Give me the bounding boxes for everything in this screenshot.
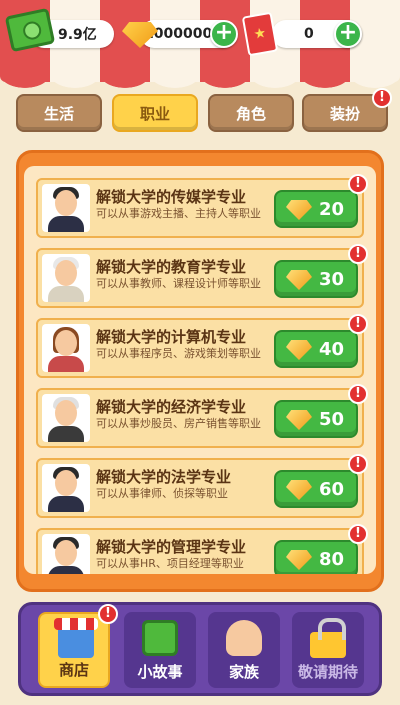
add-tickets-button[interactable]: + <box>334 20 362 48</box>
nav-shop[interactable]: 商店 <box>38 612 110 688</box>
tab-role[interactable]: 角色 <box>208 94 294 132</box>
career-title: 解锁大学的教育学专业 <box>96 258 247 276</box>
avatar <box>42 394 90 442</box>
career-row-education: 解锁大学的教育学专业 可以从事教师、课程设计师等职业 30 ! <box>36 244 368 308</box>
career-row-computer: 解锁大学的计算机专业 可以从事程序员、游戏策划等职业 40 ! <box>36 314 368 378</box>
tab-outfit-alert-badge: ! <box>372 88 392 108</box>
career-title: 解锁大学的管理学专业 <box>96 538 247 556</box>
shop-icon <box>54 618 98 658</box>
tab-label: 角色 <box>235 104 266 123</box>
family-icon <box>226 620 262 656</box>
gem-icon <box>286 480 312 500</box>
nav-label: 家族 <box>228 663 259 681</box>
unlock-button[interactable]: 50 <box>274 400 358 438</box>
add-gems-button[interactable]: + <box>210 20 238 48</box>
nav-stories[interactable]: 小故事 <box>124 612 196 688</box>
career-desc: 可以从事律师、侦探等职业 <box>96 487 228 500</box>
career-desc: 可以从事炒股员、房产销售等职业 <box>96 417 261 430</box>
tv-icon <box>142 620 178 656</box>
unlock-button[interactable]: 60 <box>274 470 358 508</box>
tab-label: 职业 <box>139 104 170 123</box>
tab-career[interactable]: 职业 <box>112 94 198 132</box>
career-desc: 可以从事程序员、游戏策划等职业 <box>96 347 261 360</box>
unlock-button[interactable]: 20 <box>274 190 358 228</box>
price-label: 50 <box>318 408 344 430</box>
career-title: 解锁大学的传媒学专业 <box>96 188 247 206</box>
nav-label: 小故事 <box>137 663 183 681</box>
nav-shop-alert-badge: ! <box>98 604 118 624</box>
nav-label: 敬请期待 <box>297 663 358 681</box>
lock-icon <box>310 618 346 658</box>
career-desc: 可以从事HR、项目经理等职业 <box>96 557 244 570</box>
avatar <box>42 464 90 512</box>
ticket-value: 0 <box>304 26 314 42</box>
avatar <box>42 534 90 574</box>
career-row-media: 解锁大学的传媒学专业 可以从事游戏主播、主持人等职业 20 ! <box>36 174 368 238</box>
career-title: 解锁大学的计算机专业 <box>96 328 247 346</box>
nav-coming-soon[interactable]: 敬请期待 <box>292 612 364 688</box>
gem-icon <box>286 340 312 360</box>
price-label: 80 <box>318 548 344 570</box>
career-title: 解锁大学的经济学专业 <box>96 398 247 416</box>
price-label: 60 <box>318 478 344 500</box>
career-desc: 可以从事教师、课程设计师等职业 <box>96 277 261 290</box>
tab-life[interactable]: 生活 <box>16 94 102 132</box>
career-list[interactable]: 解锁大学的传媒学专业 可以从事游戏主播、主持人等职业 20 ! 解锁大学的教育学… <box>24 166 376 574</box>
alert-badge: ! <box>348 524 368 544</box>
nav-family[interactable]: 家族 <box>208 612 280 688</box>
price-label: 40 <box>318 338 344 360</box>
career-row-economics: 解锁大学的经济学专业 可以从事炒股员、房产销售等职业 50 ! <box>36 384 368 448</box>
avatar <box>42 254 90 302</box>
alert-badge: ! <box>348 174 368 194</box>
career-row-law: 解锁大学的法学专业 可以从事律师、侦探等职业 60 ! <box>36 454 368 518</box>
alert-badge: ! <box>348 314 368 334</box>
avatar <box>42 184 90 232</box>
tab-label: 装扮 <box>329 104 360 123</box>
alert-badge: ! <box>348 384 368 404</box>
price-label: 20 <box>318 198 344 220</box>
gem-icon <box>286 410 312 430</box>
price-label: 30 <box>318 268 344 290</box>
alert-badge: ! <box>348 244 368 264</box>
avatar <box>42 324 90 372</box>
career-desc: 可以从事游戏主播、主持人等职业 <box>96 207 261 220</box>
nav-label: 商店 <box>58 661 89 679</box>
unlock-button[interactable]: 30 <box>274 260 358 298</box>
career-title: 解锁大学的法学专业 <box>96 468 232 486</box>
alert-badge: ! <box>348 454 368 474</box>
gem-icon <box>286 200 312 220</box>
gem-icon <box>286 550 312 570</box>
unlock-button[interactable]: 40 <box>274 330 358 368</box>
awning-scallop <box>0 74 400 94</box>
gem-icon <box>286 270 312 290</box>
money-value: 9.9亿 <box>58 27 97 43</box>
tab-label: 生活 <box>43 104 74 123</box>
unlock-button[interactable]: 80 <box>274 540 358 574</box>
career-row-management: 解锁大学的管理学专业 可以从事HR、项目经理等职业 80 ! <box>36 524 368 574</box>
